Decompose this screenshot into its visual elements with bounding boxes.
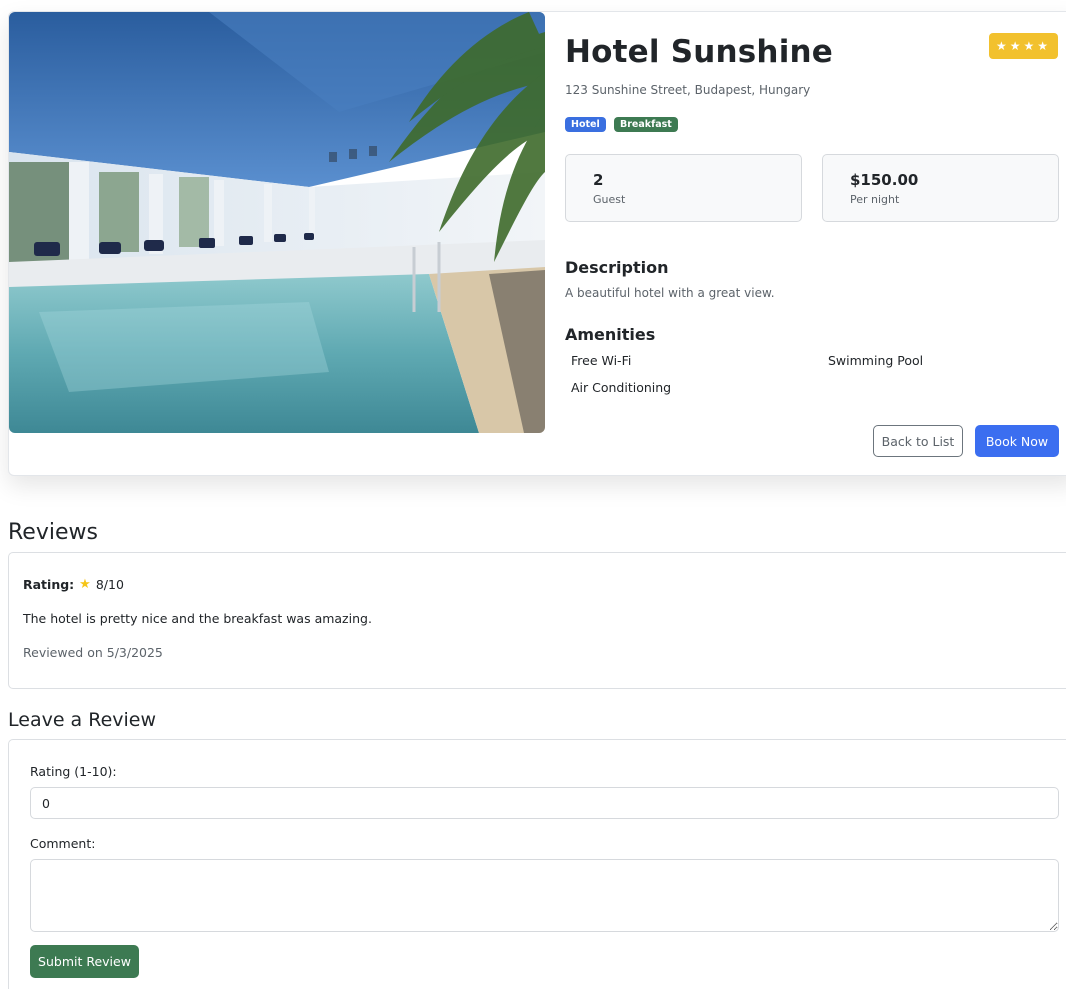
hotel-address: 123 Sunshine Street, Budapest, Hungary [565,83,811,97]
review-date: Reviewed on 5/3/2025 [23,645,163,660]
amenity-item: Swimming Pool [828,353,924,368]
comment-field-label: Comment: [30,836,96,851]
rating-input[interactable] [30,787,1059,819]
review-comment: The hotel is pretty nice and the breakfa… [23,611,372,626]
description-heading: Description [565,258,669,277]
reviews-heading: Reviews [8,520,98,545]
amenities-heading: Amenities [565,325,656,344]
submit-review-button[interactable]: Submit Review [30,945,139,978]
tag-hotel: Hotel [565,117,606,132]
review-rating-label: Rating: [23,577,75,592]
hotel-photo [9,12,545,433]
guest-label: Guest [593,193,626,206]
price-value: $150.00 [850,171,919,189]
book-now-button[interactable]: Book Now [975,425,1059,457]
amenity-item: Free Wi-Fi [571,353,632,368]
star-icon: ★ [79,577,91,592]
review-form: Rating (1-10): Comment: Submit Review [8,739,1066,989]
price-box: $150.00 Per night [822,154,1059,222]
review-rating: Rating: ★ 8/10 [23,577,124,592]
amenity-item: Air Conditioning [571,380,672,395]
guest-count: 2 [593,171,604,189]
back-to-list-button[interactable]: Back to List [873,425,963,457]
tag-breakfast: Breakfast [614,117,678,132]
price-label: Per night [850,193,900,206]
description-text: A beautiful hotel with a great view. [565,286,775,300]
rating-field-label: Rating (1-10): [30,764,117,779]
review-rating-value: 8/10 [95,577,124,592]
star-rating-badge: ★★★★ [989,33,1058,59]
hotel-detail-card: Hotel Sunshine ★★★★ 123 Sunshine Street,… [8,11,1066,476]
leave-review-heading: Leave a Review [8,709,157,731]
hotel-name: Hotel Sunshine [565,34,834,70]
guest-capacity-box: 2 Guest [565,154,802,222]
review-card: Rating: ★ 8/10 The hotel is pretty nice … [8,552,1066,689]
comment-textarea[interactable] [30,859,1059,932]
